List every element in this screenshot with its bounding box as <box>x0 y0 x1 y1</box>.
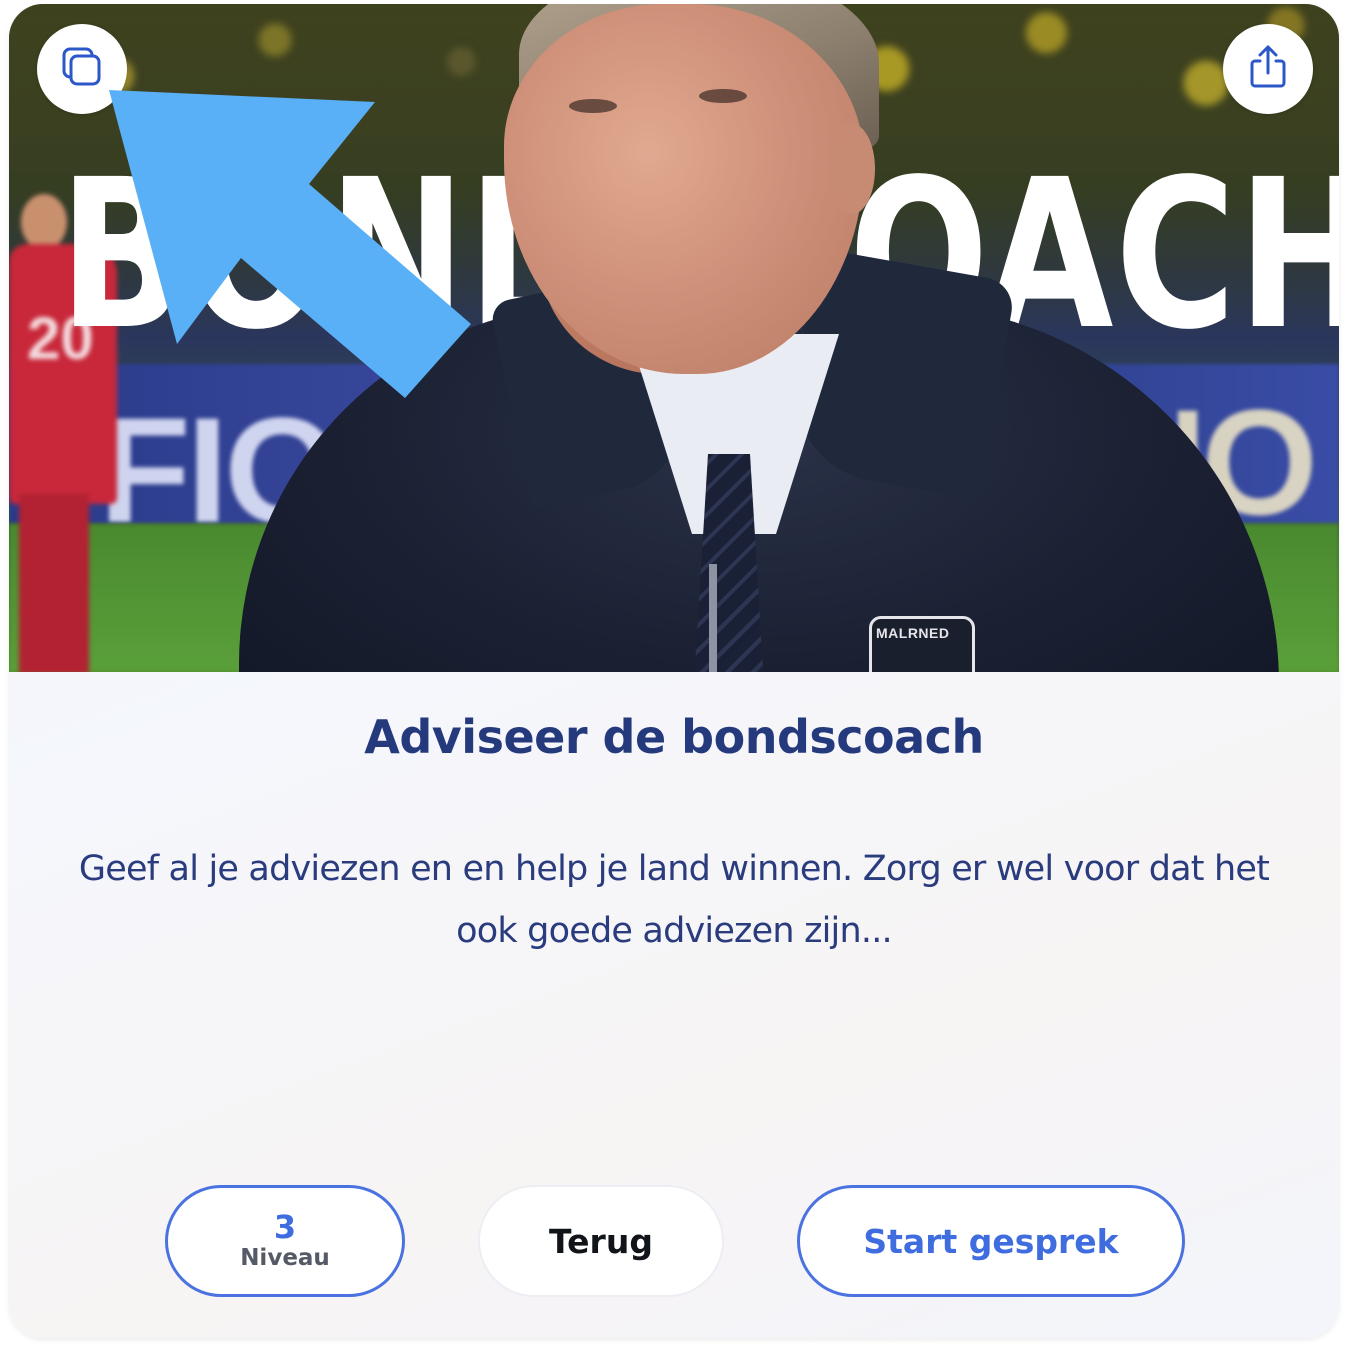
duplicate-icon <box>58 43 106 95</box>
start-conversation-button[interactable]: Start gesprek <box>797 1185 1185 1297</box>
coach-figure: MALRNED <box>239 4 1279 672</box>
scenario-card: FIORA NO 20 BONDSCOACH MALRNED <box>9 4 1339 1338</box>
card-description: Geef al je adviezen en en help je land w… <box>78 849 1270 951</box>
level-value: 3 <box>273 1208 297 1246</box>
back-button-label: Terug <box>549 1221 653 1261</box>
duplicate-button[interactable] <box>37 24 127 114</box>
level-label: Niveau <box>240 1245 330 1271</box>
card-title: Adviseer de bondscoach <box>364 710 984 764</box>
start-conversation-label: Start gesprek <box>863 1221 1119 1261</box>
share-button[interactable] <box>1223 24 1313 114</box>
share-icon <box>1246 43 1290 95</box>
badge-text: MALRNED <box>876 625 950 641</box>
back-button[interactable]: Terug <box>478 1185 724 1297</box>
jacket-badge: MALRNED <box>869 616 975 672</box>
level-button[interactable]: 3 Niveau <box>165 1185 405 1297</box>
hero-image: FIORA NO 20 BONDSCOACH MALRNED <box>9 4 1339 672</box>
